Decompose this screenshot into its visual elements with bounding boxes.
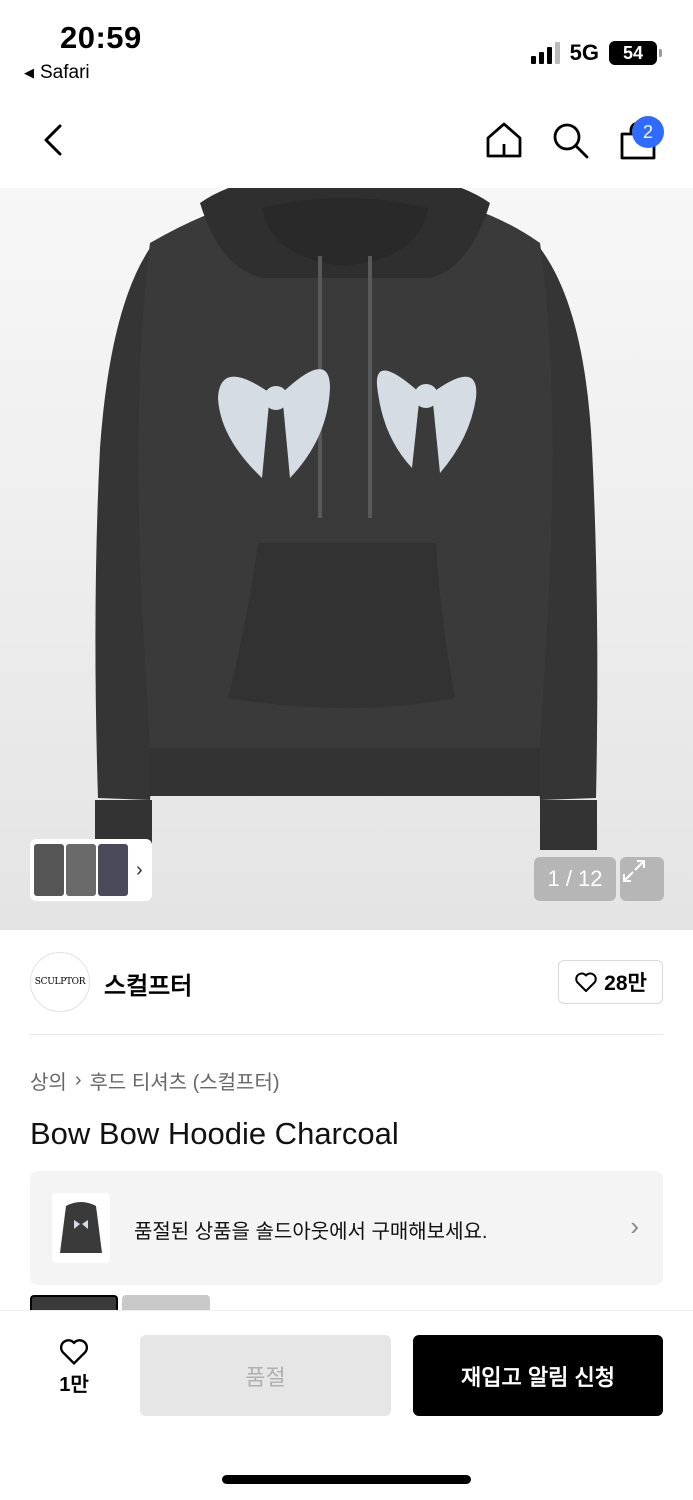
- signal-icon: [530, 42, 560, 64]
- home-indicator: [222, 1475, 471, 1484]
- back-triangle-icon: ◀: [24, 65, 34, 80]
- battery-icon: 54: [609, 41, 662, 65]
- hoodie-thumbnail-image: [60, 1202, 102, 1253]
- chevron-right-icon: ›: [74, 1069, 82, 1091]
- banner-thumbnail: [52, 1193, 110, 1263]
- brand-logo[interactable]: SCULPTOR: [30, 952, 90, 1012]
- back-arrow-icon[interactable]: [36, 120, 72, 160]
- product-like-button[interactable]: 1만: [48, 1337, 100, 1397]
- status-time: 20:59: [60, 20, 142, 55]
- status-indicators: 5G 54: [530, 40, 662, 66]
- back-to-app-link[interactable]: ◀ Safari: [24, 62, 90, 84]
- brand-row: SCULPTOR 스컬프터 28만: [30, 952, 663, 1012]
- network-label: 5G: [569, 40, 599, 65]
- top-nav: 2: [0, 100, 693, 188]
- soldout-promo-banner[interactable]: 품절된 상품을 솔드아웃에서 구매해보세요. ›: [30, 1171, 663, 1285]
- breadcrumb: 상의 › 후드 티셔츠 (스컬프터): [30, 1066, 280, 1095]
- expand-button[interactable]: [620, 857, 664, 901]
- chevron-right-icon: ›: [136, 858, 143, 881]
- bottom-action-bar: 1만 품절 재입고 알림 신청: [0, 1310, 693, 1500]
- search-icon[interactable]: [548, 118, 592, 162]
- status-bar: 20:59 ◀ Safari 5G 54: [0, 0, 693, 100]
- banner-text: 품절된 상품을 솔드아웃에서 구매해보세요.: [134, 1221, 488, 1243]
- brand-name[interactable]: 스컬프터: [104, 966, 192, 1001]
- breadcrumb-subcategory[interactable]: 후드 티셔츠 (스컬프터): [89, 1066, 279, 1095]
- divider: [30, 1034, 663, 1035]
- battery-level: 54: [622, 42, 644, 63]
- product-like-count: 1만: [59, 1374, 89, 1396]
- thumbnail[interactable]: [66, 844, 96, 896]
- product-title: Bow Bow Hoodie Charcoal: [30, 1116, 399, 1151]
- chevron-right-icon: ›: [630, 1211, 639, 1241]
- brand-like-count: 28만: [604, 972, 647, 995]
- thumbnail[interactable]: [34, 844, 64, 896]
- expand-icon: [623, 860, 645, 882]
- product-image-gallery[interactable]: › 1 / 12: [0, 188, 693, 930]
- thumbnail[interactable]: [98, 844, 128, 896]
- restock-alert-button[interactable]: 재입고 알림 신청: [413, 1335, 663, 1416]
- hoodie-image: [95, 188, 598, 850]
- image-counter: 1 / 12: [534, 857, 616, 901]
- image-thumbnail-strip[interactable]: ›: [30, 839, 152, 901]
- soldout-button: 품절: [140, 1335, 391, 1416]
- back-app-label: Safari: [40, 62, 90, 83]
- cart-count-badge: 2: [632, 116, 664, 148]
- heart-icon: [60, 1339, 88, 1365]
- breadcrumb-category[interactable]: 상의: [30, 1066, 67, 1095]
- heart-icon: [575, 972, 597, 992]
- brand-logo-text: SCULPTOR: [34, 977, 86, 987]
- home-icon[interactable]: [482, 118, 526, 162]
- brand-like-button[interactable]: 28만: [558, 960, 663, 1004]
